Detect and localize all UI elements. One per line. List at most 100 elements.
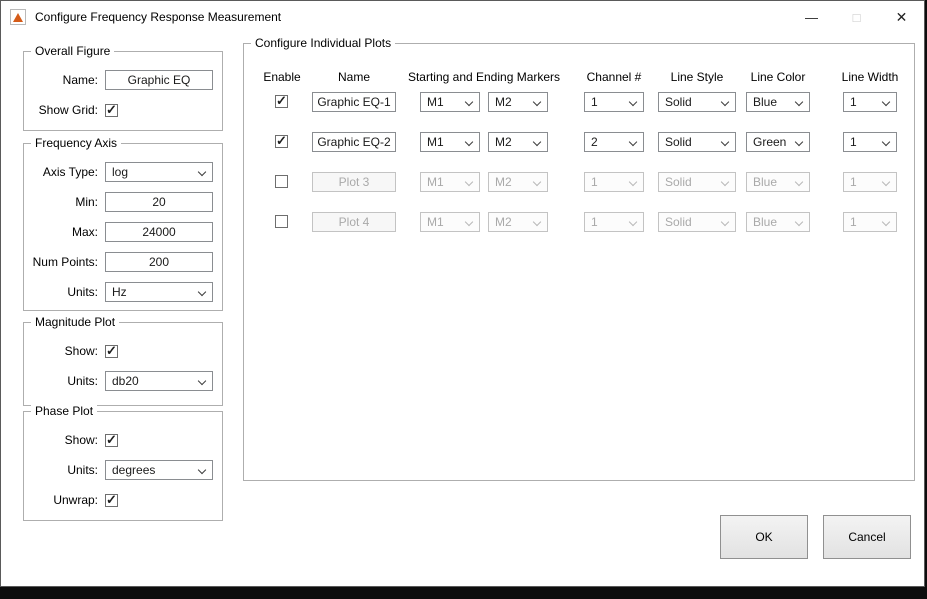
unwrap-checkbox[interactable] [105, 494, 118, 507]
chevron-down-icon [198, 168, 206, 176]
channel-select[interactable]: 1 [584, 92, 644, 112]
magnitude-units-select[interactable]: db20 [105, 371, 213, 391]
overall-figure-title: Overall Figure [31, 44, 114, 58]
line-width-value: 1 [850, 175, 857, 189]
line-style-value: Solid [665, 95, 692, 109]
line-color-value: Blue [753, 175, 777, 189]
ok-button[interactable]: OK [720, 515, 808, 559]
phase-show-checkbox[interactable] [105, 434, 118, 447]
plot-row-3: Plot 3 M1 M2 1 Solid Blue 1 [244, 162, 914, 202]
min-label: Min: [24, 195, 98, 209]
chevron-down-icon [465, 178, 473, 186]
freq-units-row: Units: Hz [24, 277, 222, 307]
plot-name-input[interactable]: Graphic EQ-2 [312, 132, 396, 152]
enable-checkbox[interactable] [275, 175, 288, 188]
close-button[interactable]: ✕ [879, 1, 924, 33]
chevron-down-icon [465, 138, 473, 146]
chevron-down-icon [533, 178, 541, 186]
enable-checkbox[interactable] [275, 95, 288, 108]
start-marker-value: M1 [427, 95, 444, 109]
channel-value: 1 [591, 175, 598, 189]
num-points-label: Num Points: [24, 255, 98, 269]
chevron-down-icon [882, 138, 890, 146]
titlebar[interactable]: Configure Frequency Response Measurement… [1, 1, 924, 33]
magnitude-units-value: db20 [112, 374, 139, 388]
plot-name-input: Plot 3 [312, 172, 396, 192]
line-width-value: 1 [850, 215, 857, 229]
chevron-down-icon [721, 178, 729, 186]
channel-select: 1 [584, 172, 644, 192]
magnitude-plot-title: Magnitude Plot [31, 315, 119, 329]
chevron-down-icon [795, 98, 803, 106]
max-label: Max: [24, 225, 98, 239]
figure-name-row: Name: Graphic EQ [24, 65, 222, 95]
start-marker-select[interactable]: M1 [420, 92, 480, 112]
magnitude-units-label: Units: [24, 374, 98, 388]
phase-show-row: Show: [24, 425, 222, 455]
line-color-select[interactable]: Green [746, 132, 810, 152]
line-color-value: Green [753, 135, 786, 149]
magnitude-show-checkbox[interactable] [105, 345, 118, 358]
chevron-down-icon [882, 98, 890, 106]
figure-name-input[interactable]: Graphic EQ [105, 70, 213, 90]
magnitude-show-row: Show: [24, 336, 222, 366]
line-width-value: 1 [850, 95, 857, 109]
line-color-select[interactable]: Blue [746, 92, 810, 112]
line-style-select: Solid [658, 172, 736, 192]
chevron-down-icon [882, 178, 890, 186]
line-width-select[interactable]: 1 [843, 92, 897, 112]
magnitude-plot-group: Magnitude Plot Show: Units: db20 [23, 322, 223, 406]
max-input[interactable]: 24000 [105, 222, 213, 242]
line-style-select[interactable]: Solid [658, 92, 736, 112]
channel-select: 1 [584, 212, 644, 232]
line-width-select: 1 [843, 212, 897, 232]
start-marker-value: M1 [427, 175, 444, 189]
freq-units-label: Units: [24, 285, 98, 299]
num-points-input[interactable]: 200 [105, 252, 213, 272]
line-width-select[interactable]: 1 [843, 132, 897, 152]
maximize-button: □ [834, 1, 879, 33]
start-marker-value: M1 [427, 215, 444, 229]
show-grid-label: Show Grid: [24, 103, 98, 117]
plot-name-input[interactable]: Graphic EQ-1 [312, 92, 396, 112]
axis-type-label: Axis Type: [24, 165, 98, 179]
phase-units-value: degrees [112, 463, 155, 477]
unwrap-label: Unwrap: [24, 493, 98, 507]
frequency-axis-title: Frequency Axis [31, 136, 121, 150]
end-marker-select[interactable]: M2 [488, 132, 548, 152]
start-marker-select: M1 [420, 212, 480, 232]
enable-checkbox[interactable] [275, 135, 288, 148]
matlab-icon [10, 9, 26, 25]
minimize-button[interactable]: — [789, 1, 834, 33]
chevron-down-icon [882, 218, 890, 226]
chevron-down-icon [198, 377, 206, 385]
axis-type-value: log [112, 165, 128, 179]
line-color-select: Blue [746, 172, 810, 192]
axis-type-select[interactable]: log [105, 162, 213, 182]
show-grid-checkbox[interactable] [105, 104, 118, 117]
window-controls: — □ ✕ [789, 1, 924, 33]
chevron-down-icon [721, 218, 729, 226]
end-marker-value: M2 [495, 95, 512, 109]
channel-select[interactable]: 2 [584, 132, 644, 152]
individual-plots-group: Configure Individual Plots Enable Name S… [243, 43, 915, 481]
chevron-down-icon [465, 98, 473, 106]
chevron-down-icon [629, 178, 637, 186]
min-input[interactable]: 20 [105, 192, 213, 212]
start-marker-value: M1 [427, 135, 444, 149]
end-marker-select[interactable]: M2 [488, 92, 548, 112]
phase-units-select[interactable]: degrees [105, 460, 213, 480]
dialog-window: Configure Frequency Response Measurement… [0, 0, 925, 587]
start-marker-select[interactable]: M1 [420, 132, 480, 152]
line-color-value: Blue [753, 215, 777, 229]
line-style-select[interactable]: Solid [658, 132, 736, 152]
show-grid-row: Show Grid: [24, 95, 222, 125]
plot-row-1: Graphic EQ-1 M1 M2 1 Solid Blue 1 [244, 82, 914, 122]
freq-units-select[interactable]: Hz [105, 282, 213, 302]
chevron-down-icon [795, 138, 803, 146]
frequency-axis-group: Frequency Axis Axis Type: log Min: 20 Ma… [23, 143, 223, 311]
phase-show-label: Show: [24, 433, 98, 447]
cancel-button[interactable]: Cancel [823, 515, 911, 559]
enable-checkbox[interactable] [275, 215, 288, 228]
chevron-down-icon [629, 98, 637, 106]
